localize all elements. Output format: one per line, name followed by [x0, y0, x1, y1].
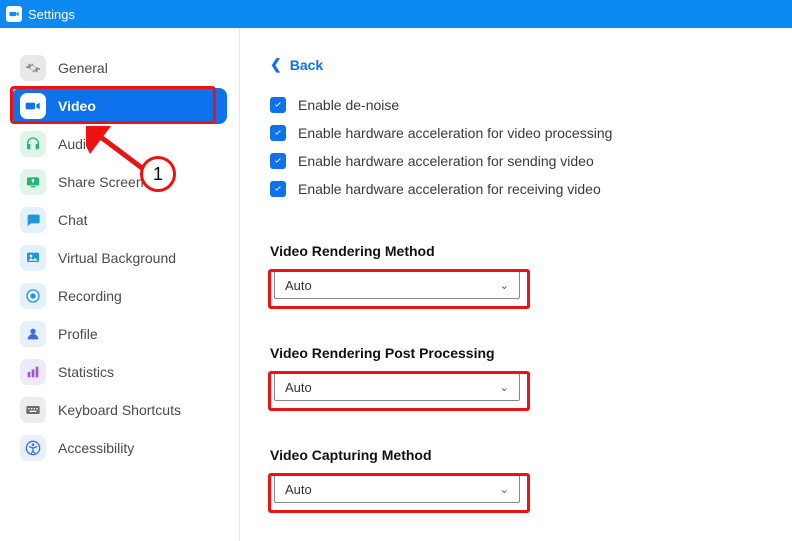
- back-label: Back: [290, 57, 323, 73]
- accessibility-icon: [20, 435, 46, 461]
- app-icon: [6, 6, 22, 22]
- chevron-left-icon: ❮: [270, 56, 282, 73]
- checkbox[interactable]: [270, 125, 286, 141]
- sidebar: General Video Audio Share Screen Chat Virtual…: [0, 28, 240, 541]
- sidebar-item-statistics[interactable]: Statistics: [12, 354, 227, 390]
- sidebar-item-recording[interactable]: Recording: [12, 278, 227, 314]
- dropdown-value: Auto: [285, 278, 312, 293]
- sidebar-item-label: Statistics: [58, 364, 114, 380]
- checkbox-label: Enable hardware acceleration for video p…: [298, 125, 612, 141]
- sidebar-item-chat[interactable]: Chat: [12, 202, 227, 238]
- checkbox[interactable]: [270, 97, 286, 113]
- profile-icon: [20, 321, 46, 347]
- sidebar-item-keyboard-shortcuts[interactable]: Keyboard Shortcuts: [12, 392, 227, 428]
- back-button[interactable]: ❮ Back: [270, 56, 323, 73]
- chevron-down-icon: ⌄: [500, 381, 509, 394]
- sidebar-item-general[interactable]: General: [12, 50, 227, 86]
- chat-icon: [20, 207, 46, 233]
- sidebar-item-label: Profile: [58, 326, 98, 342]
- sidebar-item-label: Virtual Background: [58, 250, 176, 266]
- gear-icon: [20, 55, 46, 81]
- section-label: Video Rendering Post Processing: [270, 345, 762, 361]
- sidebar-item-video[interactable]: Video: [12, 88, 227, 124]
- checkbox-row: Enable hardware acceleration for sending…: [270, 153, 762, 169]
- checkbox-row: Enable hardware acceleration for receivi…: [270, 181, 762, 197]
- sidebar-item-label: Audio: [58, 136, 94, 152]
- checkbox-label: Enable hardware acceleration for receivi…: [298, 181, 601, 197]
- sidebar-item-label: Keyboard Shortcuts: [58, 402, 181, 418]
- sidebar-item-label: Video: [58, 98, 96, 114]
- sidebar-item-label: General: [58, 60, 108, 76]
- checkbox-label: Enable hardware acceleration for sending…: [298, 153, 594, 169]
- select-wrap: Auto ⌄: [270, 475, 528, 503]
- sidebar-item-share-screen[interactable]: Share Screen: [12, 164, 227, 200]
- dropdown[interactable]: Auto ⌄: [274, 475, 520, 503]
- keyboard-icon: [20, 397, 46, 423]
- section-label: Video Capturing Method: [270, 447, 762, 463]
- titlebar: Settings: [0, 0, 792, 28]
- dropdown[interactable]: Auto ⌄: [274, 373, 520, 401]
- checkbox-row: Enable hardware acceleration for video p…: [270, 125, 762, 141]
- window-title: Settings: [28, 7, 75, 22]
- stats-icon: [20, 359, 46, 385]
- dropdown-value: Auto: [285, 482, 312, 497]
- select-wrap: Auto ⌄: [270, 373, 528, 401]
- sidebar-item-audio[interactable]: Audio: [12, 126, 227, 162]
- section-label: Video Rendering Method: [270, 243, 762, 259]
- background-icon: [20, 245, 46, 271]
- sidebar-item-label: Recording: [58, 288, 122, 304]
- dropdown[interactable]: Auto ⌄: [274, 271, 520, 299]
- record-icon: [20, 283, 46, 309]
- dropdown-value: Auto: [285, 380, 312, 395]
- checkbox[interactable]: [270, 153, 286, 169]
- share-icon: [20, 169, 46, 195]
- sidebar-item-virtual-background[interactable]: Virtual Background: [12, 240, 227, 276]
- checkbox-label: Enable de-noise: [298, 97, 399, 113]
- chevron-down-icon: ⌄: [500, 483, 509, 496]
- headphones-icon: [20, 131, 46, 157]
- sidebar-item-label: Share Screen: [58, 174, 144, 190]
- main-panel: ❮ Back Enable de-noise Enable hardware ac…: [240, 28, 792, 541]
- sidebar-item-accessibility[interactable]: Accessibility: [12, 430, 227, 466]
- video-icon: [20, 93, 46, 119]
- select-wrap: Auto ⌄: [270, 271, 528, 299]
- checkbox-row: Enable de-noise: [270, 97, 762, 113]
- checkbox[interactable]: [270, 181, 286, 197]
- sidebar-item-profile[interactable]: Profile: [12, 316, 227, 352]
- sidebar-item-label: Chat: [58, 212, 88, 228]
- sidebar-item-label: Accessibility: [58, 440, 134, 456]
- chevron-down-icon: ⌄: [500, 279, 509, 292]
